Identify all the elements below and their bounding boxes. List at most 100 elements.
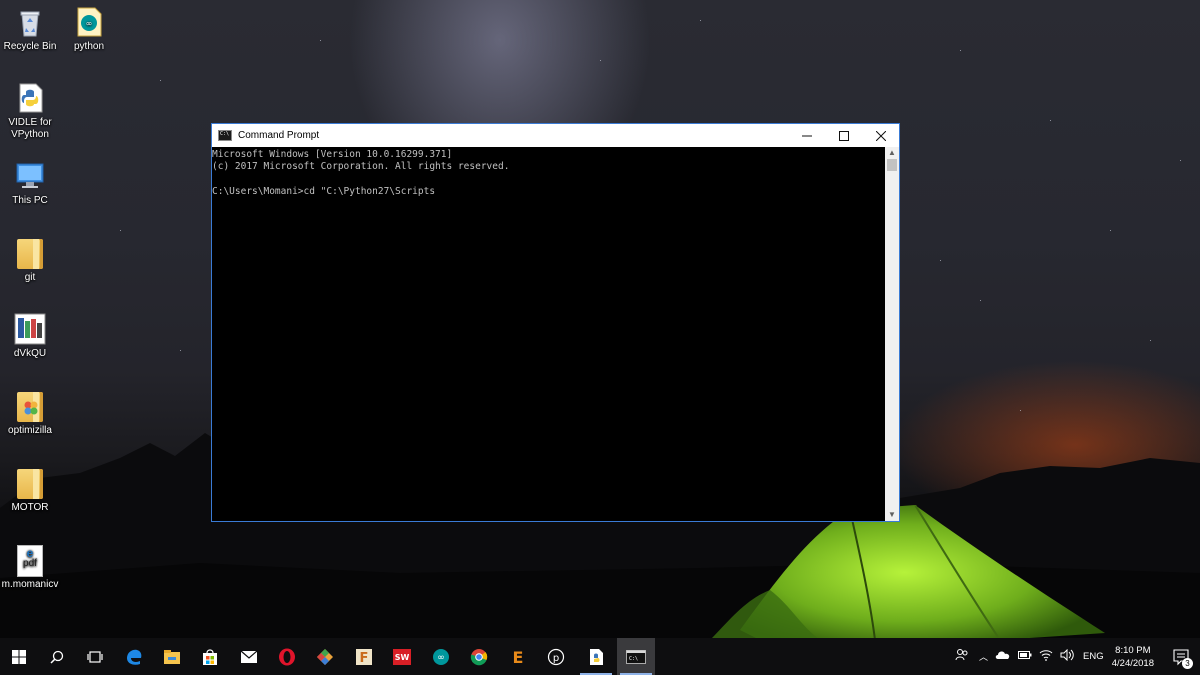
computer-icon — [14, 160, 46, 192]
folder-icon — [14, 467, 46, 499]
p-app-icon: p — [547, 648, 565, 665]
command-prompt-window[interactable]: Command Prompt Microsoft Windows [Versio… — [211, 123, 900, 522]
arduino-icon: ∞ — [73, 6, 105, 38]
cmd-icon: C:\ — [626, 649, 646, 664]
desktop-icon-optimizilla[interactable]: optimizilla — [0, 390, 60, 437]
close-icon — [875, 130, 886, 141]
svg-text:E: E — [513, 648, 524, 666]
window-titlebar[interactable]: Command Prompt — [212, 124, 899, 147]
window-title: Command Prompt — [238, 130, 320, 141]
taskbar: F SW ∞ E p C:\ ︿ ENG 8:10 PM 4/24/2018 3 — [0, 638, 1200, 675]
notification-count-badge: 3 — [1182, 658, 1193, 669]
taskbar-app-chrome[interactable] — [460, 638, 498, 675]
scroll-down-icon[interactable]: ▼ — [885, 509, 899, 521]
mail-icon — [240, 650, 258, 663]
clock-date: 4/24/2018 — [1111, 658, 1154, 669]
desktop-icon-dvkqu[interactable]: dVkQU — [0, 313, 60, 360]
desktop-icon-momanicv[interactable]: e pdf m.momanicv — [0, 544, 60, 591]
taskbar-app-mail[interactable] — [230, 638, 268, 675]
tent-illustration — [710, 505, 1105, 640]
svg-text:C:\: C:\ — [629, 656, 638, 662]
task-view-icon — [87, 650, 103, 663]
wifi-icon[interactable] — [1039, 649, 1053, 664]
maximize-button[interactable] — [825, 124, 862, 147]
desktop-icon-label: m.momanicv — [1, 579, 59, 590]
action-center-button[interactable]: 3 — [1162, 638, 1200, 675]
minimize-button[interactable] — [788, 124, 825, 147]
desktop-icon-label: dVkQU — [13, 348, 47, 359]
battery-icon[interactable] — [1018, 650, 1032, 663]
taskbar-app-solidworks[interactable]: SW — [383, 638, 421, 675]
image-file-icon — [14, 313, 46, 345]
onedrive-icon[interactable] — [995, 650, 1011, 663]
pdf-file-icon: e pdf — [14, 544, 46, 577]
console-line: C:\Users\Momani>cd "C:\Python27\Scripts — [212, 186, 436, 198]
desktop-icon-python[interactable]: ∞ python — [59, 6, 119, 53]
diamond-app-icon — [317, 648, 333, 665]
desktop-icon-label: MOTOR — [11, 502, 49, 513]
task-view-button[interactable] — [76, 638, 114, 675]
desktop-icon-motor[interactable]: MOTOR — [0, 467, 60, 514]
clock-time: 8:10 PM — [1115, 645, 1151, 656]
vertical-scrollbar[interactable]: ▲ ▼ — [885, 147, 899, 521]
scroll-up-icon[interactable]: ▲ — [885, 147, 899, 159]
people-icon[interactable] — [955, 648, 969, 665]
chrome-icon — [470, 648, 488, 665]
arduino-icon: ∞ — [433, 648, 449, 665]
svg-text:p: p — [553, 653, 559, 664]
desktop-icon-label: python — [73, 41, 105, 52]
folder-icon — [164, 649, 180, 664]
fritzing-icon: F — [356, 648, 372, 666]
scroll-thumb[interactable] — [887, 159, 897, 171]
taskbar-app-fritzing[interactable]: F — [345, 638, 383, 675]
chevron-up-icon[interactable]: ︿ — [979, 650, 988, 663]
taskbar-app-e[interactable]: E — [499, 638, 537, 675]
desktop: Recycle Bin ∞ python VIDLE for VPython T… — [0, 0, 1200, 675]
desktop-icon-label: VIDLE for VPython — [8, 117, 52, 140]
taskbar-app-opera[interactable] — [268, 638, 306, 675]
python-file-icon — [14, 82, 46, 114]
taskbar-app-edge[interactable] — [115, 638, 153, 675]
console-output[interactable]: Microsoft Windows [Version 10.0.16299.37… — [212, 147, 885, 521]
taskbar-app-diamond[interactable] — [306, 638, 344, 675]
desktop-icon-label: git — [24, 272, 36, 283]
desktop-icon-git[interactable]: git — [0, 237, 60, 284]
console-line: Microsoft Windows [Version 10.0.16299.37… — [212, 149, 453, 160]
solidworks-icon: SW — [393, 648, 411, 665]
opera-icon — [279, 648, 295, 665]
folder-icon — [14, 237, 46, 269]
taskbar-app-p[interactable]: p — [537, 638, 575, 675]
store-icon — [203, 648, 217, 665]
desktop-icon-label: Recycle Bin — [3, 41, 57, 52]
folder-icon — [14, 390, 46, 422]
taskbar-app-file-explorer[interactable] — [153, 638, 191, 675]
desktop-icon-label: This PC — [12, 195, 48, 206]
search-icon — [50, 650, 64, 664]
desktop-icon-label: optimizilla — [8, 425, 52, 436]
maximize-icon — [838, 130, 849, 141]
svg-text:SW: SW — [395, 653, 410, 662]
pdf-badge: pdf — [23, 558, 37, 569]
desktop-icon-this-pc[interactable]: This PC — [0, 160, 60, 207]
language-indicator[interactable]: ENG — [1083, 651, 1104, 662]
svg-text:∞: ∞ — [86, 19, 93, 28]
search-button[interactable] — [38, 638, 76, 675]
desktop-icon-recycle-bin[interactable]: Recycle Bin — [0, 6, 60, 53]
taskbar-app-python-idle[interactable] — [577, 638, 615, 675]
desktop-icon-vidle[interactable]: VIDLE for VPython — [0, 82, 60, 141]
e-app-icon: E — [513, 648, 524, 666]
start-button[interactable] — [0, 638, 38, 675]
svg-text:F: F — [360, 651, 369, 666]
system-tray: ︿ ENG — [955, 638, 1104, 675]
taskbar-app-store[interactable] — [191, 638, 229, 675]
taskbar-app-arduino[interactable]: ∞ — [422, 638, 460, 675]
edge-icon — [127, 649, 142, 665]
clock[interactable]: 8:10 PM 4/24/2018 — [1112, 644, 1154, 670]
python-idle-icon — [590, 648, 603, 665]
taskbar-app-command-prompt[interactable]: C:\ — [617, 638, 655, 675]
close-button[interactable] — [862, 124, 899, 147]
volume-icon[interactable] — [1060, 648, 1074, 664]
svg-text:∞: ∞ — [437, 653, 445, 663]
cmd-icon — [218, 130, 232, 141]
